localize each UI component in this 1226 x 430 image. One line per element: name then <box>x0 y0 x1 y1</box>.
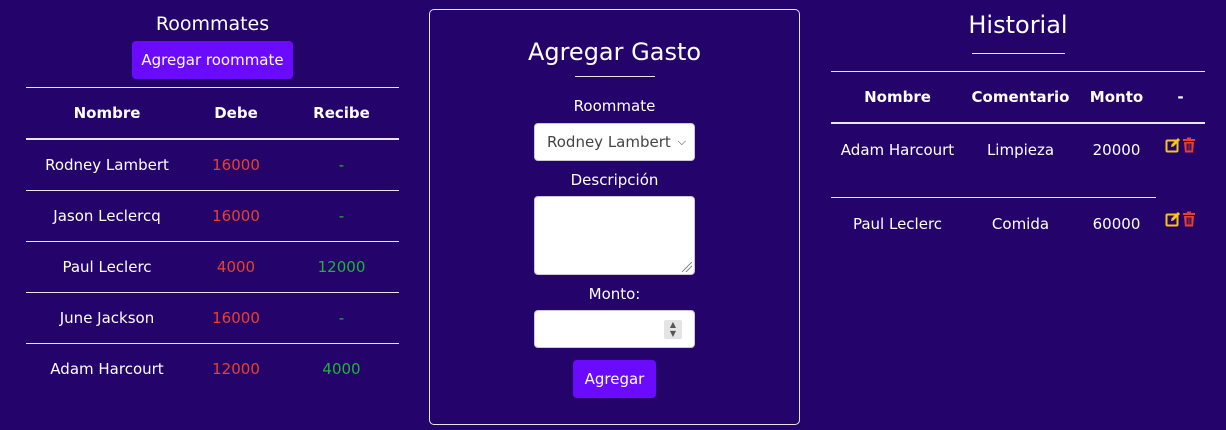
roommate-recibe: - <box>284 292 399 344</box>
roommates-panel: Roommates Agregar roommate Nombre Debe R… <box>26 0 399 394</box>
table-row: Jason Leclercq 16000 - <box>26 190 399 242</box>
edit-icon[interactable] <box>1165 210 1181 226</box>
history-name: Adam Harcourt <box>831 123 964 198</box>
table-row: Paul Leclerc 4000 12000 <box>26 241 399 293</box>
header-debe: Debe <box>188 87 284 140</box>
table-row: Adam Harcourt 12000 4000 <box>26 344 399 395</box>
add-expense-form: Agregar Gasto Roommate Rodney Lambert ⌵ … <box>429 9 800 425</box>
roommate-recibe: 4000 <box>322 360 361 378</box>
trash-icon[interactable] <box>1181 210 1197 226</box>
history-name: Paul Leclerc <box>852 215 943 233</box>
roommate-recibe: 12000 <box>284 241 399 293</box>
chevron-down-icon: ⌵ <box>677 135 686 148</box>
header-recibe: Recibe <box>284 87 399 140</box>
header-monto: Monto <box>1077 71 1156 124</box>
form-title: Agregar Gasto <box>527 38 702 66</box>
header-actions: - <box>1156 71 1205 124</box>
history-table: Nombre Comentario Monto - Adam Harcourt … <box>831 71 1205 237</box>
roommates-title: Roommates <box>155 13 270 35</box>
history-amount: 20000 <box>1077 123 1156 198</box>
table-row: June Jackson 16000 - <box>26 292 399 344</box>
history-panel: Historial Nombre Comentario Monto - Adam… <box>831 0 1205 237</box>
roommate-name: Rodney Lambert <box>26 139 188 191</box>
edit-icon[interactable] <box>1165 136 1181 153</box>
roommates-table: Nombre Debe Recibe Rodney Lambert 16000 … <box>26 87 399 394</box>
history-amount: 60000 <box>1092 215 1141 233</box>
table-header-row: Nombre Debe Recibe <box>26 87 399 140</box>
roommate-recibe: - <box>284 139 399 191</box>
roommate-debe: 16000 <box>188 292 284 344</box>
table-row: Rodney Lambert 16000 - <box>26 139 399 191</box>
roommate-name: Paul Leclerc <box>26 241 188 293</box>
roommate-debe: 12000 <box>212 360 260 378</box>
roommate-name: June Jackson <box>26 292 188 344</box>
roommate-name: Adam Harcourt <box>50 360 164 378</box>
history-title: Historial <box>968 11 1068 39</box>
amount-input[interactable]: ▲ ▼ <box>534 310 695 348</box>
table-row: Adam Harcourt Limpieza 20000 <box>831 123 1205 198</box>
header-comentario: Comentario <box>964 71 1077 124</box>
history-actions <box>1156 198 1205 238</box>
table-header-row: Nombre Comentario Monto - <box>831 71 1205 124</box>
number-spinner-icon[interactable]: ▲ ▼ <box>664 320 682 339</box>
header-nombre: Nombre <box>26 87 188 140</box>
header-nombre: Nombre <box>831 71 964 124</box>
roommate-recibe: - <box>284 190 399 242</box>
table-row: Paul Leclerc Comida 60000 <box>831 198 1205 238</box>
add-expense-button[interactable]: Agregar <box>573 360 656 398</box>
trash-icon[interactable] <box>1181 136 1197 153</box>
history-title-divider <box>971 53 1065 54</box>
history-comment: Comida <box>991 215 1050 233</box>
roommate-select-value: Rodney Lambert <box>547 133 671 151</box>
roommate-name: Jason Leclercq <box>26 190 188 242</box>
history-actions <box>1156 123 1205 198</box>
roommate-select[interactable]: Rodney Lambert ⌵ <box>534 123 695 161</box>
roommate-debe: 16000 <box>188 139 284 191</box>
title-divider <box>574 76 655 77</box>
amount-label: Monto: <box>588 285 641 303</box>
history-comment: Limpieza <box>964 123 1077 198</box>
description-textarea[interactable] <box>534 196 695 275</box>
description-label: Descripción <box>570 171 659 189</box>
roommate-label: Roommate <box>573 97 656 115</box>
resize-grip-icon[interactable] <box>682 262 692 272</box>
roommate-debe: 16000 <box>188 190 284 242</box>
add-roommate-button[interactable]: Agregar roommate <box>132 41 293 79</box>
roommate-debe: 4000 <box>188 241 284 293</box>
